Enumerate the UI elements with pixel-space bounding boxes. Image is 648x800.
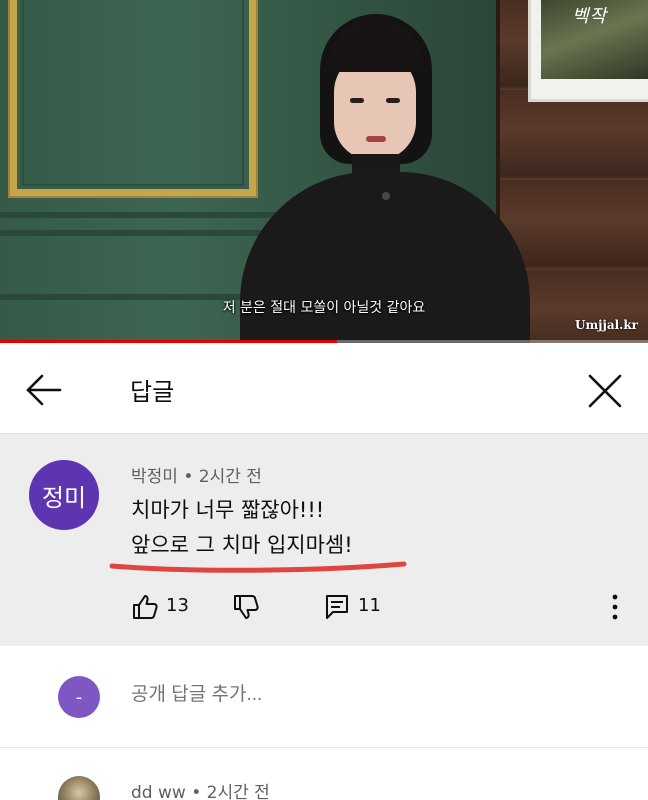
more-options-button[interactable] [600,590,630,624]
panel-inner-molding [22,0,244,186]
watermark: Umjjal.kr [575,318,638,332]
avatar[interactable] [58,776,100,800]
page-title: 답글 [130,378,175,406]
comment-actions: 13 11 [0,590,648,630]
red-underline-annotation [109,561,407,573]
close-button[interactable] [584,370,626,412]
comment-text-line2: 앞으로 그 치마 입지마셈! [131,533,353,557]
comment-text-line1: 치마가 너무 짧잖아!!! [131,498,325,522]
reply-button[interactable] [322,592,352,622]
reply-time: 2시간 전 [206,783,270,800]
progress-bar[interactable] [0,340,648,343]
thumbs-down-icon [234,595,259,619]
like-button[interactable] [130,592,160,622]
lapel-mic [382,192,390,200]
comment-author[interactable]: 박정미 [131,467,178,487]
person [240,14,530,343]
reply-author[interactable]: dd ww [131,783,186,800]
public-reply-input[interactable] [131,684,571,706]
reply-item: dd ww • 2시간 전 [0,748,648,800]
right-eye [386,98,400,103]
reply-meta: dd ww • 2시간 전 [131,778,270,800]
like-count: 13 [166,595,189,616]
reply-count: 11 [358,595,381,616]
arrow-left-icon [26,374,62,406]
meta-separator: • [183,467,194,487]
thumbs-up-icon [133,595,158,619]
progress-fill [0,340,337,343]
back-button[interactable] [22,370,66,410]
picture-script: 벡작 [572,6,608,27]
video-player[interactable]: 벡작 저 분은 절대 모쏠이 아닐것 같아요 Umjjal.kr [0,0,648,343]
reply-comment-icon [326,595,348,619]
comment-time: 2시간 전 [198,467,262,487]
my-avatar: - [58,676,100,718]
left-eye [350,98,364,103]
dislike-button[interactable] [231,592,261,622]
vertical-dots-icon [612,594,618,620]
avatar[interactable]: 정미 [29,460,99,530]
comment-meta: 박정미 • 2시간 전 [131,462,262,487]
close-icon [588,374,622,408]
replies-header: 답글 [0,344,648,434]
add-reply-row: - [0,646,648,748]
video-subtitle: 저 분은 절대 모쏠이 아닐것 같아요 [222,300,426,316]
meta-separator: • [191,783,202,800]
lips [366,136,386,142]
highlighted-comment: 정미 박정미 • 2시간 전 치마가 너무 짧잖아!!! 앞으로 그 치마 입지… [0,434,648,646]
